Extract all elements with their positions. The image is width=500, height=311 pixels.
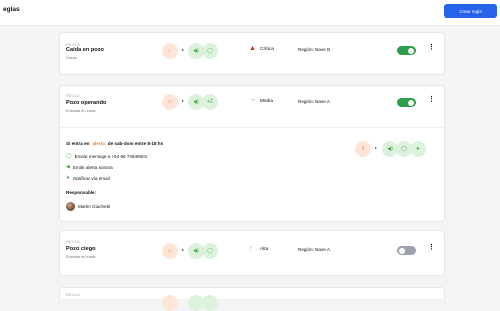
rule-toggle[interactable]: [397, 246, 416, 255]
action-label: Enviar mensaje a +54 66 74649601: [74, 153, 148, 159]
send-icon: ➤: [66, 175, 71, 181]
responsible-label-text: Responsable:: [66, 190, 97, 195]
rule-tag: REGLA: [66, 240, 80, 244]
rule-card: REGLA: [59, 287, 445, 311]
chevron-right-icon: ▸: [182, 47, 185, 52]
actions-group: ◀) +2: [188, 94, 222, 110]
rule-tag: REGLA: [66, 293, 80, 297]
actions-group: ◀) ◯: [188, 43, 222, 59]
responsible-label: Responsable:: [66, 190, 96, 195]
avatar: [66, 202, 75, 211]
responsible-name: Martin Giachetti: [78, 204, 111, 209]
whatsapp-icon: [202, 295, 218, 311]
warning-triangle-icon: ▲: [249, 45, 256, 52]
trigger-icon: Ⅱ: [355, 141, 371, 157]
rule-subtitle: Entrada en zona: [66, 254, 96, 259]
chevron-right-icon: ▸: [182, 247, 185, 252]
rule-tag: REGLA: [66, 94, 80, 98]
region-label: Región: Nave B: [298, 47, 331, 52]
kebab-menu-icon[interactable]: ⋮: [428, 96, 435, 103]
whatsapp-icon: ◯: [66, 153, 72, 159]
rule-subtitle: Entrada en zona: [66, 108, 96, 113]
rule-name: Pozo operando: [66, 100, 107, 106]
actions-group: ◀) ◯: [188, 243, 222, 259]
region-label: Región: Nave A: [298, 247, 330, 252]
rule-toggle[interactable]: [397, 98, 416, 107]
divider: [60, 127, 444, 128]
rule-row[interactable]: REGLA Pozo operando Entrada en zona ▭ ▸ …: [60, 86, 444, 126]
rule-card-expanded: REGLA Pozo operando Entrada en zona ▭ ▸ …: [59, 85, 445, 222]
schedule-suffix: de sab-dom entre 8-18 hs: [107, 141, 164, 146]
rule-name: Pozo ciego: [66, 246, 96, 252]
schedule-prefix: Si entra en: [66, 141, 90, 146]
action-label: Notificar vía email: [73, 175, 110, 181]
page-title: eglas: [3, 6, 20, 13]
rule-subtitle: Caída: [66, 55, 77, 60]
severity-label: Alta: [260, 247, 269, 252]
action-label: Emitir alerta sonora: [72, 164, 113, 170]
whatsapp-icon: ◯: [202, 43, 218, 59]
trigger-icon: ▭: [162, 243, 178, 259]
rule-row[interactable]: REGLA Caída en pozo Caída ⌐ ▸ ◀) ◯ ▲ Crí…: [60, 33, 444, 73]
severity-label: Media: [260, 99, 274, 104]
whatsapp-icon: ◯: [202, 243, 218, 259]
create-rule-button[interactable]: Crear regla: [444, 4, 497, 18]
sound-icon: ◀: [66, 164, 70, 170]
responsible-user: Martin Giachetti: [66, 202, 110, 211]
kebab-menu-icon[interactable]: ⋮: [428, 244, 435, 251]
rule-name: Caída en pozo: [66, 47, 104, 53]
actions-group: ◀) ◯ ➤: [382, 141, 432, 157]
rule-card: REGLA Pozo ciego Entrada en zona ▭ ▸ ◀) …: [59, 230, 445, 276]
chevron-right-icon: ▸: [375, 145, 378, 150]
region-label: Región: Nave A: [298, 99, 330, 104]
top-bar: eglas Crear regla: [0, 0, 500, 26]
extra-actions-badge: +2: [202, 94, 218, 110]
action-item: ◀ Emitir alerta sonora: [66, 164, 113, 170]
trigger-icon: ▭: [162, 94, 178, 110]
arrow-up-icon: ↑: [249, 245, 253, 252]
chevron-right-icon: ▸: [182, 98, 185, 103]
rule-row[interactable]: REGLA Pozo ciego Entrada en zona ▭ ▸ ◀) …: [60, 231, 444, 271]
rule-toggle[interactable]: [397, 46, 416, 55]
severity-label: Crítica: [260, 47, 274, 52]
schedule-line: Si entra en alerta de sab-dom entre 8-18…: [66, 141, 163, 146]
trigger-icon: ⌐: [162, 43, 178, 59]
arrow-right-icon: →: [249, 96, 256, 103]
trigger-icon: [162, 295, 178, 311]
action-item: ➤ Notificar vía email: [66, 175, 110, 181]
send-icon: ➤: [410, 141, 426, 157]
schedule-highlight: alerta: [92, 141, 105, 146]
kebab-menu-icon[interactable]: ⋮: [428, 44, 435, 51]
action-item: ◯ Enviar mensaje a +54 66 74649601: [66, 153, 147, 159]
rule-card: REGLA Caída en pozo Caída ⌐ ▸ ◀) ◯ ▲ Crí…: [59, 32, 445, 75]
